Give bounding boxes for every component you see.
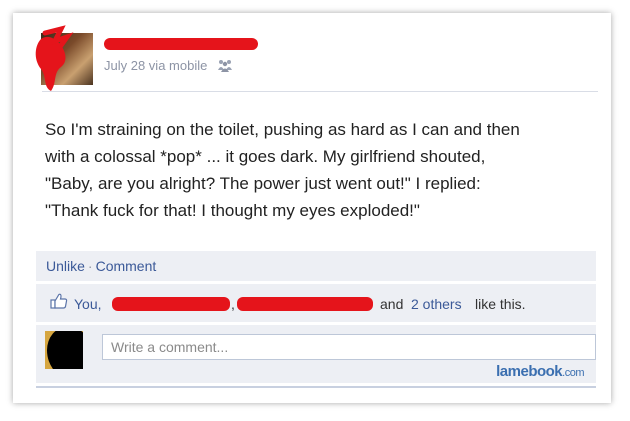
post-body-text: So I'm straining on the toilet, pushing …: [45, 120, 520, 220]
commenter-avatar[interactable]: [45, 331, 83, 369]
poster-name-redacted[interactable]: [104, 38, 258, 50]
likes-and-text: and: [380, 296, 404, 312]
likes-comma: ,: [231, 296, 235, 312]
liker-name-redacted-2[interactable]: [237, 297, 373, 311]
watermark-tld: .com: [562, 367, 584, 379]
likes-others-link[interactable]: 2 others: [411, 296, 462, 312]
comment-composer-row: lamebook.com: [36, 325, 596, 383]
thumbs-up-icon: [50, 293, 68, 312]
likes-summary: You,: [74, 296, 102, 312]
watermark-brand: lamebook: [496, 363, 563, 380]
likes-suffix: like this.: [475, 296, 526, 312]
unlike-link[interactable]: Unlike: [46, 258, 85, 274]
post-date[interactable]: July 28 via mobile: [104, 58, 207, 73]
comment-link[interactable]: Comment: [96, 258, 157, 274]
likes-you[interactable]: You,: [74, 296, 102, 312]
poster-avatar[interactable]: [35, 25, 93, 91]
card-bottom-line: [36, 386, 596, 388]
friends-icon: [217, 59, 233, 75]
commenter-avatar-redaction: [47, 331, 83, 369]
comment-input[interactable]: [102, 334, 596, 360]
header-divider: [42, 91, 598, 92]
post-action-bar: Unlike · Comment: [36, 251, 596, 281]
action-separator: ·: [87, 258, 93, 274]
lamebook-watermark: lamebook.com: [496, 363, 584, 380]
post-meta: July 28 via mobile: [104, 58, 233, 75]
liker-name-redacted-1[interactable]: [112, 297, 230, 311]
